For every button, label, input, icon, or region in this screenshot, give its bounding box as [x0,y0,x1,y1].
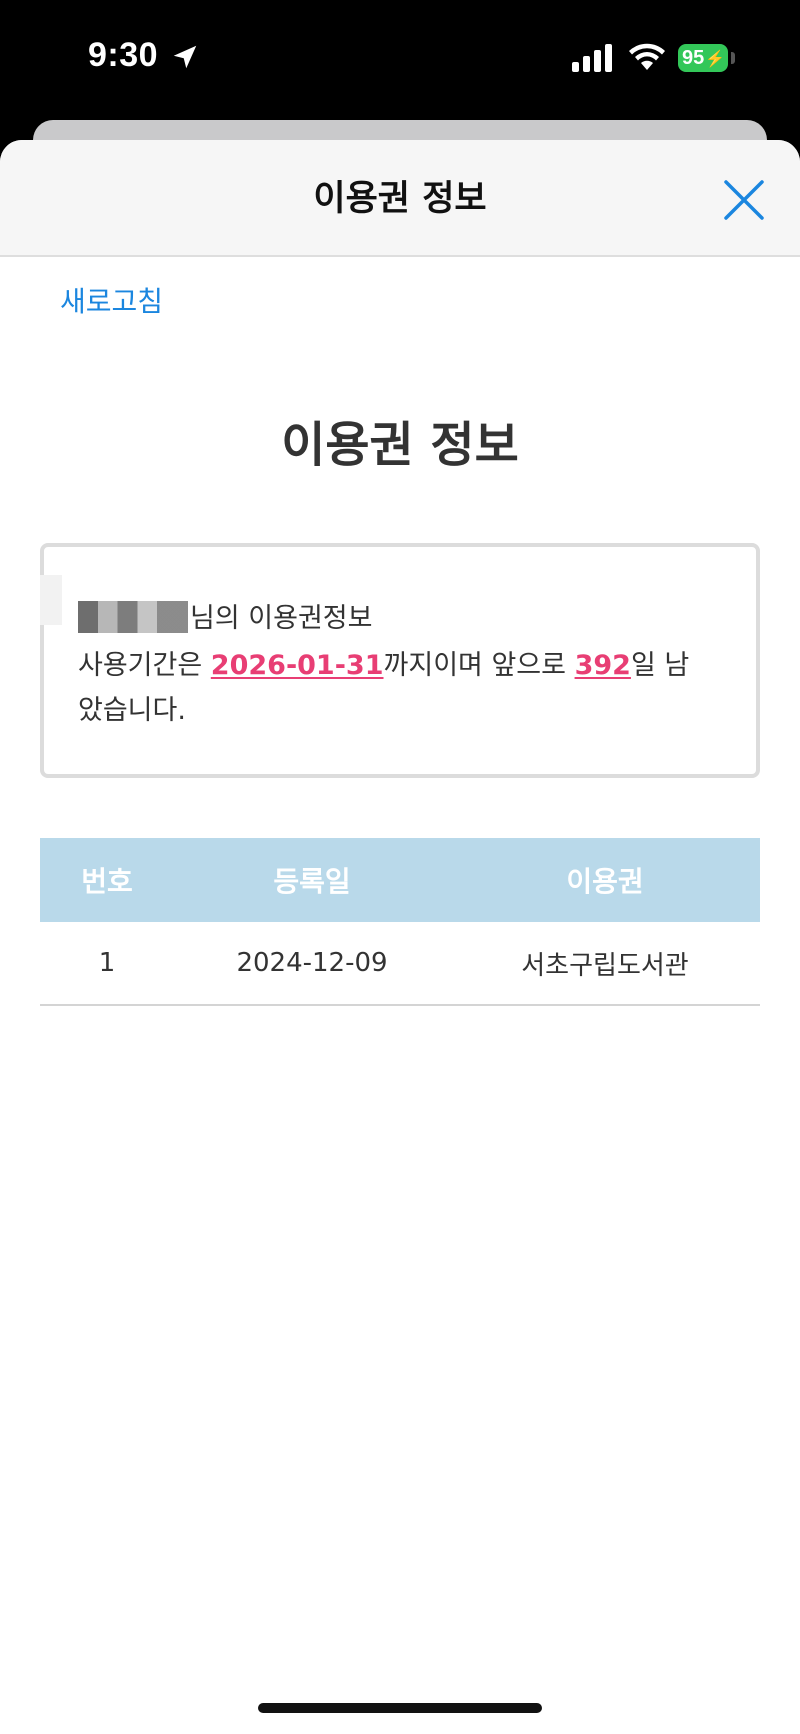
battery-charging-icon: 95⚡ [678,44,728,72]
battery-level: 95 [682,47,705,69]
cellular-signal-icon [572,44,612,72]
info-period-line: 사용기간은 2026-01-31까지이며 앞으로 392일 남 [78,643,689,682]
status-time: 9:30 [88,36,159,74]
wifi-icon [629,43,665,70]
close-icon[interactable] [722,178,766,222]
period-prefix: 사용기간은 [78,650,211,681]
pass-table: 번호 등록일 이용권 1 2024-12-09 서초구립도서관 [40,838,760,1006]
column-header-number: 번호 [81,865,133,898]
pass-info-box: 님의 이용권정보 사용기간은 2026-01-31까지이며 앞으로 392일 남… [40,543,760,778]
column-header-registered-date: 등록일 [273,865,351,898]
sheet-header: 이용권 정보 [0,140,800,257]
blur-edge [40,575,62,625]
end-date: 2026-01-31 [210,650,384,681]
info-line3: 았습니다. [78,695,186,726]
name-suffix: 님의 이용권정보 [190,603,373,634]
redacted-user-name [78,601,188,633]
status-bar: 9:30 95⚡ [0,0,800,120]
column-header-pass: 이용권 [566,865,644,898]
table-row: 1 2024-12-09 서초구립도서관 [40,922,760,1006]
home-indicator[interactable] [258,1703,542,1713]
battery-cap [731,52,735,64]
period-middle: 까지이며 앞으로 [383,650,575,681]
cell-pass-name: 서초구립도서관 [521,950,689,981]
page-title: 이용권 정보 [281,417,519,473]
location-arrow-icon [173,45,197,69]
days-left: 392 [574,650,631,681]
info-name-line: 님의 이용권정보 [78,596,372,635]
sheet-title: 이용권 정보 [313,179,487,219]
cell-registered-date: 2024-12-09 [236,948,388,978]
period-suffix: 일 남 [630,650,690,681]
modal-sheet: 이용권 정보 새로고침 이용권 정보 님의 이용권정보 사용기간은 2026-0… [0,140,800,1734]
refresh-link[interactable]: 새로고침 [60,280,163,320]
cell-number: 1 [98,948,116,978]
table-header: 번호 등록일 이용권 [40,838,760,922]
